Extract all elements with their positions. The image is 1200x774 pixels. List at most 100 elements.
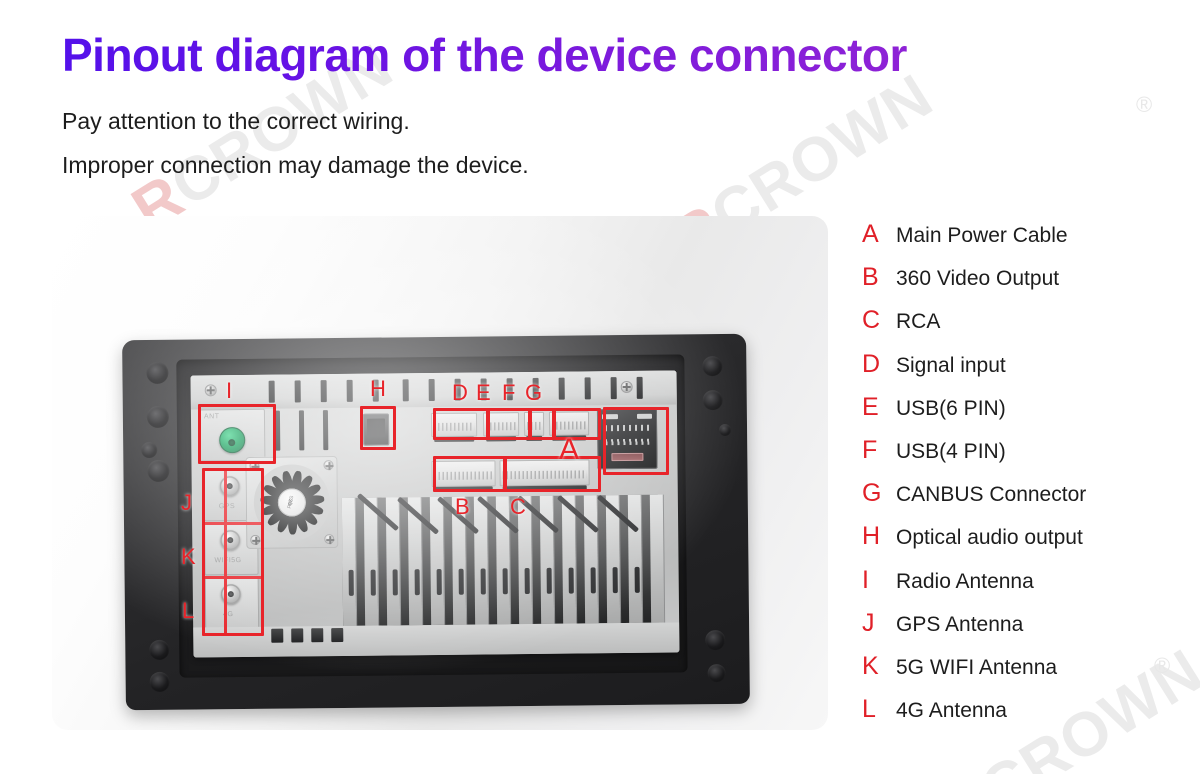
mounting-hole-tl (146, 361, 169, 385)
pinout-legend: A Main Power Cable B 360 Video Output C … (862, 222, 1192, 740)
callout-box-A (603, 407, 669, 475)
callout-label-J: J (181, 490, 192, 515)
legend-key: H (862, 522, 881, 551)
heatsink-fin (649, 494, 666, 623)
legend-label: Main Power Cable (896, 224, 1068, 247)
callout-label-H: H (370, 376, 386, 401)
fan-screw-br (324, 534, 335, 545)
callout-box-C (504, 456, 601, 492)
vent-slot (402, 379, 409, 402)
legend-item-l: L 4G Antenna (862, 697, 1192, 740)
mounting-hole-l3 (141, 441, 158, 459)
callout-box-E (487, 408, 531, 440)
callout-box-H (360, 406, 396, 450)
vent-slot (268, 380, 275, 403)
fin-slot (458, 568, 464, 595)
mounting-hole-br2 (707, 663, 726, 683)
vent-slot (584, 377, 591, 400)
callout-box-JKL (202, 468, 264, 636)
fin-slot (590, 567, 596, 594)
vent-slot (291, 628, 304, 643)
fin-slot (546, 567, 552, 594)
legend-item-f: F USB(4 PIN) (862, 437, 1192, 481)
legend-key: D (862, 349, 881, 378)
vent-slot (298, 410, 305, 451)
legend-key: C (862, 306, 881, 335)
mounting-hole-br (705, 629, 726, 651)
legend-label: 360 Video Output (896, 267, 1060, 291)
fan-ring: QC PASS 07 (253, 464, 331, 541)
fan-hub: QC PASS 07 (277, 488, 307, 517)
heatsink-fin (341, 497, 358, 626)
heatsink-fin (363, 497, 380, 626)
legend-label: RCA (896, 310, 941, 334)
legend-item-k: K 5G WIFI Antenna (862, 651, 1192, 697)
legend-item-e: E USB(6 PIN) (862, 392, 1192, 438)
subtitle-line-1: Pay attention to the correct wiring. (62, 108, 410, 134)
fin-slot (414, 569, 420, 596)
legend-key: K (862, 651, 879, 680)
legend-item-g: G CANBUS Connector (862, 481, 1192, 524)
legend-label: 4G Antenna (896, 699, 1007, 723)
heatsink-fin (385, 497, 402, 626)
heatsink-fin (473, 496, 490, 625)
callout-label-G: G (525, 380, 543, 405)
vent-slot (322, 410, 329, 451)
subtitle-line-2: Improper connection may damage the devic… (62, 152, 529, 178)
heatsink-fin (429, 496, 446, 626)
legend-label: CANBUS Connector (896, 483, 1087, 507)
vent-slot (320, 380, 327, 403)
heatsink-fin (627, 494, 644, 623)
mounting-hole-bl (149, 639, 170, 661)
mounting-hole-l2 (146, 405, 169, 429)
page-title: Pinout diagram of the device connector (62, 29, 907, 81)
fin-slot (392, 569, 398, 596)
callout-label-A: A (559, 433, 580, 466)
fin-slot (524, 568, 530, 595)
mounting-hole-l4 (147, 459, 170, 483)
callout-box-I (198, 404, 276, 464)
vent-slot (311, 628, 324, 643)
legend-label: Radio Antenna (896, 569, 1034, 593)
callout-box-D (433, 408, 489, 440)
vent-slot (428, 378, 435, 402)
fin-slot (612, 567, 618, 594)
vent-slot (331, 627, 344, 643)
fin-slot (634, 566, 640, 593)
fin-slot (480, 568, 486, 595)
mounting-hole-tr (702, 355, 723, 377)
fin-slot (436, 568, 442, 595)
legend-item-d: D Signal input (862, 349, 1192, 395)
legend-item-b: B 360 Video Output (862, 265, 1192, 308)
callout-label-K: K (181, 544, 196, 569)
fin-slot (348, 569, 354, 596)
callout-label-C: C (510, 494, 526, 519)
callout-box-F (529, 408, 555, 440)
legend-label: USB(6 PIN) (896, 396, 1006, 420)
device-photo: ANT GPS WIFI5G 4G QC PASS 07 I J K L H D… (52, 216, 828, 730)
callout-label-B: B (455, 494, 470, 519)
legend-key: E (862, 392, 879, 421)
fin-slot (568, 567, 574, 594)
legend-key: B (862, 263, 879, 292)
legend-item-h: H Optical audio output (862, 524, 1192, 567)
vent-slot (636, 376, 643, 399)
legend-key: I (862, 565, 869, 594)
vent-slot (346, 379, 353, 402)
legend-key: G (862, 479, 882, 508)
callout-label-E: E (476, 380, 491, 405)
legend-item-j: J GPS Antenna (862, 610, 1192, 654)
callout-box-B (433, 456, 506, 492)
pinout-diagram-page: RCROWN RCROWN ® RCROWN ® Pinout diagram … (0, 0, 1200, 774)
callout-label-F: F (502, 380, 516, 405)
legend-label: USB(4 PIN) (896, 439, 1006, 463)
legend-item-i: I Radio Antenna (862, 565, 1192, 611)
legend-label: 5G WIFI Antenna (896, 655, 1058, 679)
callout-label-I: I (226, 378, 233, 403)
chassis-screw-tl (204, 384, 217, 397)
legend-item-c: C RCA (862, 308, 1192, 351)
callout-label-L: L (182, 598, 195, 623)
vent-slot (558, 377, 565, 400)
vent-slot (271, 628, 284, 643)
mounting-hole-r2 (702, 389, 723, 411)
